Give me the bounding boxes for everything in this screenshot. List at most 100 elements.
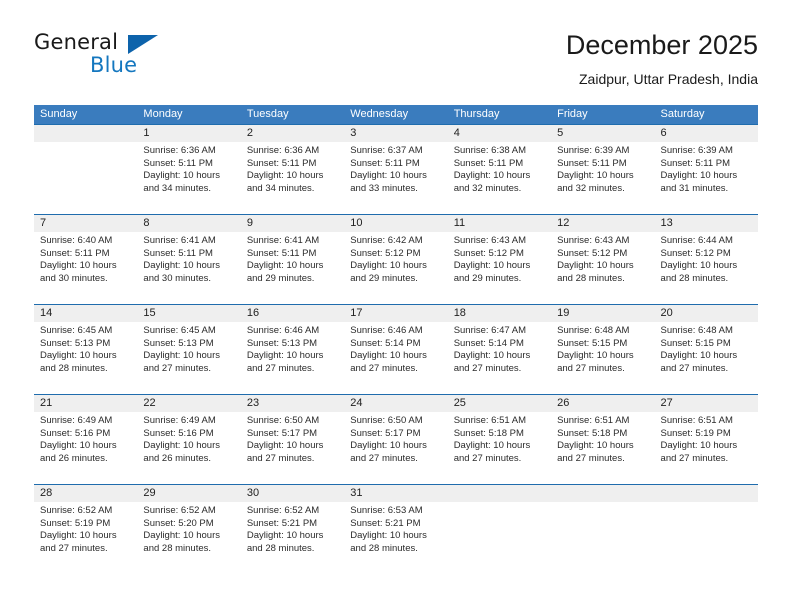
day-number[interactable]: 23 bbox=[241, 395, 344, 412]
sunrise-text: Sunrise: 6:36 AM bbox=[246, 145, 320, 156]
day-cell[interactable]: Sunrise: 6:48 AM Sunset: 5:15 PM Dayligh… bbox=[551, 322, 654, 394]
daylight-text: Daylight: 10 hours and 28 minutes. bbox=[246, 530, 324, 554]
sunrise-text: Sunrise: 6:41 AM bbox=[246, 235, 320, 246]
day-cell[interactable]: Sunrise: 6:51 AM Sunset: 5:19 PM Dayligh… bbox=[655, 412, 758, 484]
day-cell[interactable]: Sunrise: 6:41 AM Sunset: 5:11 PM Dayligh… bbox=[241, 232, 344, 304]
day-cell[interactable]: Sunrise: 6:43 AM Sunset: 5:12 PM Dayligh… bbox=[551, 232, 654, 304]
day-number[interactable]: 31 bbox=[344, 485, 447, 502]
calendar-week-row: 1 2 3 4 5 6 Sunrise: 6:36 AM Sunset: 5:1… bbox=[34, 124, 758, 214]
day-cell[interactable]: Sunrise: 6:48 AM Sunset: 5:15 PM Dayligh… bbox=[655, 322, 758, 394]
day-number[interactable]: 3 bbox=[344, 125, 447, 142]
day-info-row: Sunrise: 6:36 AM Sunset: 5:11 PM Dayligh… bbox=[34, 142, 758, 214]
day-cell[interactable]: Sunrise: 6:47 AM Sunset: 5:14 PM Dayligh… bbox=[448, 322, 551, 394]
day-number[interactable]: 11 bbox=[448, 215, 551, 232]
day-number[interactable]: 2 bbox=[241, 125, 344, 142]
weekday-header-sunday: Sunday bbox=[40, 108, 78, 120]
day-number[interactable]: 13 bbox=[655, 215, 758, 232]
daylight-text: Daylight: 10 hours and 27 minutes. bbox=[660, 350, 738, 374]
day-number[interactable]: 1 bbox=[137, 125, 240, 142]
day-cell[interactable]: Sunrise: 6:45 AM Sunset: 5:13 PM Dayligh… bbox=[34, 322, 137, 394]
day-cell[interactable]: Sunrise: 6:36 AM Sunset: 5:11 PM Dayligh… bbox=[137, 142, 240, 214]
day-number[interactable]: 15 bbox=[137, 305, 240, 322]
day-cell[interactable]: Sunrise: 6:51 AM Sunset: 5:18 PM Dayligh… bbox=[551, 412, 654, 484]
sunset-text: Sunset: 5:13 PM bbox=[40, 337, 111, 349]
generalblue-logo[interactable]: General Blue bbox=[34, 30, 264, 90]
sunset-text: Sunset: 5:11 PM bbox=[557, 157, 627, 169]
day-cell[interactable]: Sunrise: 6:52 AM Sunset: 5:21 PM Dayligh… bbox=[241, 502, 344, 574]
weekday-header-wednesday: Wednesday bbox=[350, 108, 409, 120]
day-cell[interactable]: Sunrise: 6:42 AM Sunset: 5:12 PM Dayligh… bbox=[344, 232, 447, 304]
day-cell[interactable]: Sunrise: 6:52 AM Sunset: 5:20 PM Dayligh… bbox=[137, 502, 240, 574]
sunrise-text: Sunrise: 6:37 AM bbox=[350, 145, 423, 156]
sunset-text: Sunset: 5:16 PM bbox=[143, 427, 214, 439]
daylight-text: Daylight: 10 hours and 34 minutes. bbox=[143, 170, 220, 194]
day-number[interactable]: 7 bbox=[34, 215, 137, 232]
day-number[interactable]: 17 bbox=[344, 305, 447, 322]
daylight-text: Daylight: 10 hours and 27 minutes. bbox=[40, 530, 117, 554]
day-number[interactable]: 30 bbox=[241, 485, 344, 502]
day-number[interactable]: 4 bbox=[448, 125, 551, 142]
daylight-text: Daylight: 10 hours and 30 minutes. bbox=[40, 260, 117, 284]
day-number[interactable]: 25 bbox=[448, 395, 551, 412]
day-cell[interactable]: Sunrise: 6:53 AM Sunset: 5:21 PM Dayligh… bbox=[344, 502, 447, 574]
day-cell[interactable]: Sunrise: 6:49 AM Sunset: 5:16 PM Dayligh… bbox=[137, 412, 240, 484]
daylight-text: Daylight: 10 hours and 34 minutes. bbox=[246, 170, 324, 194]
day-cell[interactable]: Sunrise: 6:39 AM Sunset: 5:11 PM Dayligh… bbox=[655, 142, 758, 214]
sunrise-text: Sunrise: 6:49 AM bbox=[143, 415, 216, 426]
day-cell[interactable]: Sunrise: 6:51 AM Sunset: 5:18 PM Dayligh… bbox=[448, 412, 551, 484]
day-number[interactable]: 28 bbox=[34, 485, 137, 502]
day-number[interactable]: 19 bbox=[551, 305, 654, 322]
sunrise-text: Sunrise: 6:45 AM bbox=[40, 325, 113, 336]
day-cell[interactable]: Sunrise: 6:46 AM Sunset: 5:13 PM Dayligh… bbox=[241, 322, 344, 394]
daylight-text: Daylight: 10 hours and 27 minutes. bbox=[143, 350, 220, 374]
day-number[interactable]: 10 bbox=[344, 215, 447, 232]
sunset-text: Sunset: 5:15 PM bbox=[557, 337, 628, 349]
day-number[interactable]: 8 bbox=[137, 215, 240, 232]
day-number[interactable]: 6 bbox=[655, 125, 758, 142]
day-number[interactable]: 22 bbox=[137, 395, 240, 412]
sunset-text: Sunset: 5:21 PM bbox=[246, 517, 318, 529]
day-number[interactable]: 9 bbox=[241, 215, 344, 232]
weekday-header-friday: Friday bbox=[557, 108, 588, 120]
day-cell[interactable]: Sunrise: 6:50 AM Sunset: 5:17 PM Dayligh… bbox=[344, 412, 447, 484]
sunrise-text: Sunrise: 6:52 AM bbox=[246, 505, 320, 516]
day-cell[interactable]: Sunrise: 6:44 AM Sunset: 5:12 PM Dayligh… bbox=[655, 232, 758, 304]
day-cell[interactable]: Sunrise: 6:46 AM Sunset: 5:14 PM Dayligh… bbox=[344, 322, 447, 394]
logo-triangle-icon bbox=[128, 35, 158, 54]
day-number[interactable]: 16 bbox=[241, 305, 344, 322]
day-number[interactable]: 26 bbox=[551, 395, 654, 412]
day-number[interactable]: 18 bbox=[448, 305, 551, 322]
day-cell[interactable]: Sunrise: 6:40 AM Sunset: 5:11 PM Dayligh… bbox=[34, 232, 137, 304]
day-cell[interactable]: Sunrise: 6:52 AM Sunset: 5:19 PM Dayligh… bbox=[34, 502, 137, 574]
sunrise-text: Sunrise: 6:51 AM bbox=[453, 415, 527, 426]
day-cell[interactable]: Sunrise: 6:41 AM Sunset: 5:11 PM Dayligh… bbox=[137, 232, 240, 304]
daylight-text: Daylight: 10 hours and 29 minutes. bbox=[350, 260, 427, 284]
day-number[interactable]: 12 bbox=[551, 215, 654, 232]
day-cell[interactable]: Sunrise: 6:36 AM Sunset: 5:11 PM Dayligh… bbox=[241, 142, 344, 214]
day-number[interactable]: 24 bbox=[344, 395, 447, 412]
day-number[interactable]: 20 bbox=[655, 305, 758, 322]
sunrise-text: Sunrise: 6:50 AM bbox=[350, 415, 423, 426]
weekday-header-thursday: Thursday bbox=[453, 108, 500, 120]
day-cell[interactable]: Sunrise: 6:50 AM Sunset: 5:17 PM Dayligh… bbox=[241, 412, 344, 484]
day-cell[interactable]: Sunrise: 6:49 AM Sunset: 5:16 PM Dayligh… bbox=[34, 412, 137, 484]
day-number[interactable]: 27 bbox=[655, 395, 758, 412]
day-cell[interactable]: Sunrise: 6:43 AM Sunset: 5:12 PM Dayligh… bbox=[448, 232, 551, 304]
daylight-text: Daylight: 10 hours and 28 minutes. bbox=[143, 530, 220, 554]
day-number[interactable]: 14 bbox=[34, 305, 137, 322]
day-number[interactable]: 21 bbox=[34, 395, 137, 412]
day-number[interactable]: 29 bbox=[137, 485, 240, 502]
sunrise-text: Sunrise: 6:51 AM bbox=[557, 415, 630, 426]
sunset-text: Sunset: 5:11 PM bbox=[40, 247, 110, 259]
day-cell[interactable]: Sunrise: 6:38 AM Sunset: 5:11 PM Dayligh… bbox=[448, 142, 551, 214]
day-number-row: 7 8 9 10 11 12 13 bbox=[34, 215, 758, 232]
day-number[interactable]: 5 bbox=[551, 125, 654, 142]
sunset-text: Sunset: 5:15 PM bbox=[660, 337, 731, 349]
sunrise-text: Sunrise: 6:46 AM bbox=[350, 325, 423, 336]
day-number bbox=[551, 485, 654, 502]
day-cell[interactable]: Sunrise: 6:45 AM Sunset: 5:13 PM Dayligh… bbox=[137, 322, 240, 394]
day-cell[interactable]: Sunrise: 6:37 AM Sunset: 5:11 PM Dayligh… bbox=[344, 142, 447, 214]
day-cell[interactable]: Sunrise: 6:39 AM Sunset: 5:11 PM Dayligh… bbox=[551, 142, 654, 214]
day-number-row: 14 15 16 17 18 19 20 bbox=[34, 305, 758, 322]
sunrise-text: Sunrise: 6:43 AM bbox=[453, 235, 527, 246]
